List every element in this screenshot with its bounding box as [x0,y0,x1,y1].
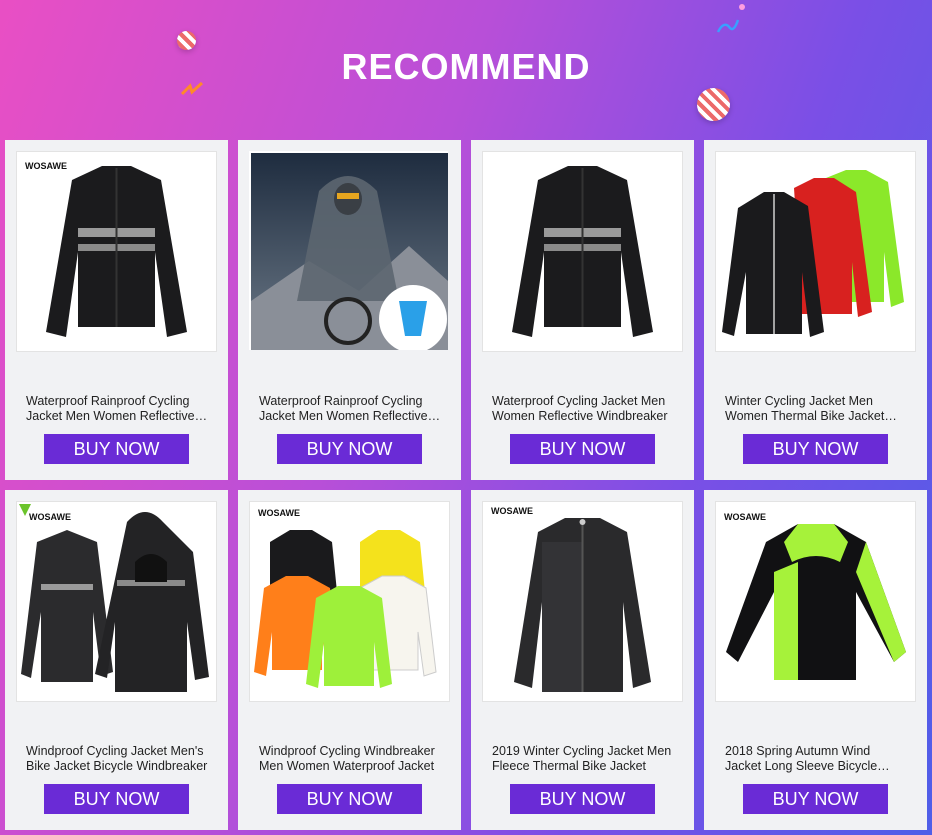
product-title[interactable]: Waterproof Rainproof Cycling Jacket Men … [26,394,208,424]
buy-now-button[interactable]: BUY NOW [510,784,655,814]
buy-now-button[interactable]: BUY NOW [510,434,655,464]
product-title[interactable]: 2019 Winter Cycling Jacket Men Fleece Th… [492,744,674,774]
buy-now-button[interactable]: BUY NOW [277,784,422,814]
confetti-icon [737,0,747,18]
striped-balloon-icon [697,88,730,121]
product-card[interactable]: Waterproof Cycling Jacket Men Women Refl… [471,140,694,480]
section-title: RECOMMEND [341,46,591,87]
buy-now-button[interactable]: BUY NOW [743,784,888,814]
product-card[interactable]: WOSAWE Windproof Cycling Windbreaker Men… [238,490,461,830]
product-image[interactable] [715,151,916,352]
product-image[interactable]: WOSAWE [16,501,217,702]
product-card[interactable]: WOSAWE Windproof Cycling Jacket Men's Bi… [5,490,228,830]
raincoat-icon [251,153,448,350]
three-jackets-icon [722,170,904,337]
confetti-icon [180,80,204,103]
hooded-jackets-icon [19,504,209,692]
product-card[interactable]: Waterproof Rainproof Cycling Jacket Men … [238,140,461,480]
green-black-jacket-icon [726,524,906,680]
buy-now-button[interactable]: BUY NOW [44,434,189,464]
product-title[interactable]: Winter Cycling Jacket Men Women Thermal … [725,394,907,424]
product-image[interactable]: WOSAWE [482,501,683,702]
product-image[interactable] [482,151,683,352]
buy-now-button[interactable]: BUY NOW [743,434,888,464]
black-jacket-icon [512,166,653,337]
brand-logo: WOSAWE [258,508,300,518]
confetti-icon [716,14,740,41]
product-image[interactable]: WOSAWE [16,151,217,352]
striped-balloon-icon [177,31,196,50]
product-image[interactable]: WOSAWE [249,501,450,702]
buy-now-button[interactable]: BUY NOW [277,434,422,464]
product-title[interactable]: Waterproof Rainproof Cycling Jacket Men … [259,394,441,424]
brand-logo: WOSAWE [724,512,766,522]
product-title[interactable]: Waterproof Cycling Jacket Men Women Refl… [492,394,674,424]
product-image[interactable] [249,151,448,350]
product-card[interactable]: WOSAWE 2018 Spring Autumn Wind Jacket Lo… [704,490,927,830]
brand-logo: WOSAWE [25,161,67,171]
gray-jacket-icon [514,518,651,692]
brand-logo: WOSAWE [29,512,71,522]
product-card[interactable]: WOSAWE 2019 Winter Cycling Jacket Men Fl… [471,490,694,830]
product-card[interactable]: Winter Cycling Jacket Men Women Thermal … [704,140,927,480]
buy-now-button[interactable]: BUY NOW [44,784,189,814]
product-image[interactable]: WOSAWE [715,501,916,702]
product-title[interactable]: Windproof Cycling Windbreaker Men Women … [259,744,441,774]
product-title[interactable]: Windproof Cycling Jacket Men's Bike Jack… [26,744,208,774]
black-jacket-icon [46,166,187,337]
product-title[interactable]: 2018 Spring Autumn Wind Jacket Long Slee… [725,744,907,774]
color-jackets-icon [254,530,437,688]
product-card[interactable]: WOSAWE Waterproof Rainproof Cycling Jack… [5,140,228,480]
brand-logo: WOSAWE [491,506,533,516]
